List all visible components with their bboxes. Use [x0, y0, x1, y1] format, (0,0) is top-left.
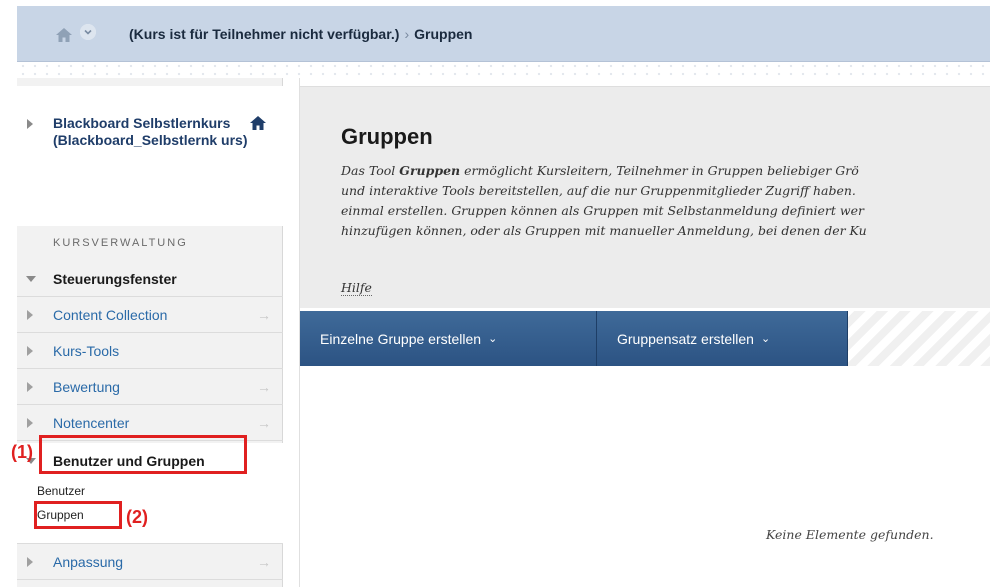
page-description: Das Tool Gruppen ermöglicht Kursleitern,… — [341, 161, 990, 241]
arrow-right-icon: → — [257, 554, 271, 570]
expand-triangle-icon[interactable] — [27, 119, 33, 129]
help-link[interactable]: Hilfe — [341, 280, 372, 296]
expand-triangle-icon — [27, 418, 33, 428]
sidebar-item-kurs-tools[interactable]: Kurs-Tools — [17, 333, 283, 369]
breadcrumb-current: Gruppen — [414, 26, 473, 42]
sidebar-item-steuerungsfenster[interactable]: Steuerungsfenster — [17, 261, 283, 297]
chevron-down-icon[interactable] — [80, 24, 96, 40]
breadcrumb-course[interactable]: (Kurs ist für Teilnehmer nicht verfügbar… — [129, 26, 399, 42]
annotation-box-2 — [34, 501, 122, 529]
sidebar-item-content-collection[interactable]: Content Collection → — [17, 297, 283, 333]
expand-triangle-icon — [27, 310, 33, 320]
sidebar-item-label: Steuerungsfenster — [53, 271, 177, 287]
sidebar-subitem-benutzer[interactable]: Benutzer — [37, 484, 85, 498]
course-header: Blackboard Selbstlernkurs (Blackboard_Se… — [17, 86, 283, 226]
arrow-right-icon: → — [257, 379, 271, 395]
arrow-right-icon: → — [257, 415, 271, 431]
expand-triangle-icon — [27, 557, 33, 567]
description-line: Das Tool Gruppen ermöglicht Kursleitern,… — [341, 163, 859, 178]
sidebar-item-label: Bewertung — [53, 379, 120, 395]
annotation-box-1 — [39, 435, 247, 474]
description-line: hinzufügen können, oder als Gruppen mit … — [341, 223, 867, 238]
action-bar: Einzelne Gruppe erstellen ⌄ Gruppensatz … — [300, 311, 990, 366]
expand-triangle-icon — [27, 346, 33, 356]
app-window: (Kurs ist für Teilnehmer nicht verfügbar… — [0, 0, 990, 587]
button-label: Gruppensatz erstellen — [617, 330, 754, 347]
breadcrumb-separator: › — [404, 26, 410, 42]
empty-state-message: Keine Elemente gefunden. — [766, 527, 934, 542]
description-line: und interaktive Tools bereitstellen, auf… — [341, 183, 856, 198]
sidebar-item-label: Anpassung — [53, 554, 124, 570]
sidebar-item-anpassung[interactable]: Anpassung → — [17, 544, 283, 580]
breadcrumb-bar: (Kurs ist für Teilnehmer nicht verfügbar… — [17, 6, 990, 62]
collapse-triangle-icon — [26, 276, 36, 282]
sidebar-item-bewertung[interactable]: Bewertung → — [17, 369, 283, 405]
course-home-icon[interactable] — [249, 115, 267, 131]
sidebar-item-label: Notencenter — [53, 415, 130, 431]
create-group-set-button[interactable]: Gruppensatz erstellen ⌄ — [597, 311, 848, 366]
sidebar-item-label: Content Collection — [53, 307, 168, 323]
annotation-label-1: (1) — [11, 442, 33, 462]
chevron-down-icon: ⌄ — [488, 333, 498, 345]
decorative-pattern — [17, 62, 990, 78]
arrow-right-icon: → — [257, 307, 271, 323]
breadcrumb: (Kurs ist für Teilnehmer nicht verfügbar… — [129, 26, 472, 42]
home-icon[interactable] — [55, 26, 73, 44]
chevron-down-icon: ⌄ — [760, 333, 771, 345]
annotation-label-2: (2) — [126, 507, 148, 527]
expand-triangle-icon — [27, 382, 33, 392]
page-title: Gruppen — [341, 124, 433, 149]
main-content: Gruppen Das Tool Gruppen ermöglicht Kurs… — [299, 78, 990, 587]
description-line: einmal erstellen. Gruppen können als Gru… — [341, 203, 864, 218]
button-label: Einzelne Gruppe erstellen — [320, 330, 482, 347]
page-intro: Gruppen Das Tool Gruppen ermöglicht Kurs… — [300, 86, 990, 308]
section-label-kursverwaltung: KURSVERWALTUNG — [53, 237, 188, 249]
course-title[interactable]: Blackboard Selbstlernkurs (Blackboard_Se… — [53, 115, 263, 149]
sidebar-item-label: Kurs-Tools — [53, 343, 120, 359]
create-single-group-button[interactable]: Einzelne Gruppe erstellen ⌄ — [300, 311, 597, 366]
